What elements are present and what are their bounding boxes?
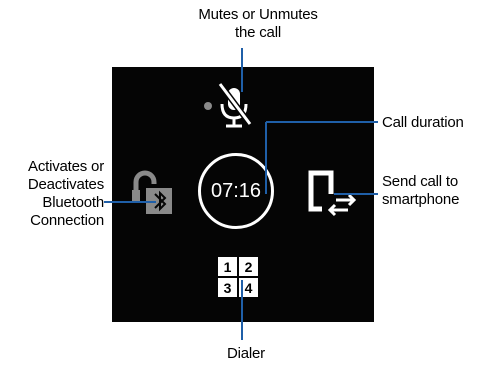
duration-callout: Call duration <box>382 114 464 132</box>
dialer-callout: Dialer <box>200 345 292 363</box>
mute-callout-line-1: Mutes or Unmutes <box>198 6 318 23</box>
bluetooth-callout-line-1: Activates or <box>28 158 104 175</box>
bluetooth-callout-line-4: Connection <box>30 212 104 229</box>
bluetooth-callout-line-2: Deactivates <box>27 176 104 193</box>
mute-callout-line-2: the call <box>235 24 281 41</box>
dialer-callout-line-1: Dialer <box>227 345 265 362</box>
send-callout-line-2: smartphone <box>382 191 460 208</box>
send-callout-line-1: Send call to <box>382 173 458 190</box>
bluetooth-callout-line-3: Bluetooth <box>42 194 104 211</box>
mute-callout: Mutes or Unmutes the call <box>140 6 376 42</box>
duration-callout-line-1: Call duration <box>382 114 464 131</box>
send-callout: Send call to smartphone <box>382 173 459 209</box>
bluetooth-callout: Activates or Deactivates Bluetooth Conne… <box>4 158 104 230</box>
